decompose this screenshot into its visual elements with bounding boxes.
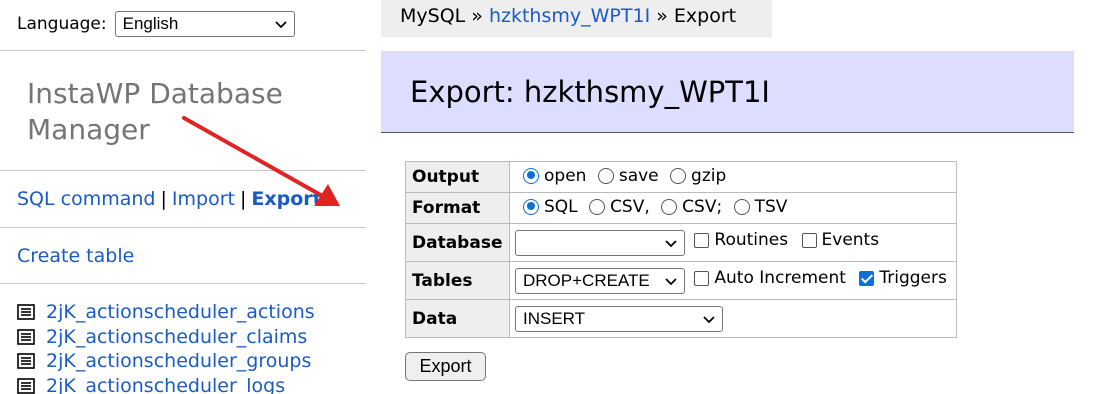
list-item: 2jK_actionscheduler_actions: [17, 300, 315, 325]
option-label: SQL: [544, 196, 578, 217]
output-row: Output open save gzip: [405, 161, 957, 193]
format-row: Format SQL CSV, CSV; TSV: [405, 192, 957, 224]
database-select[interactable]: [515, 229, 685, 256]
table-select-icon[interactable]: [17, 304, 35, 321]
auto-increment-option[interactable]: Auto Increment: [690, 268, 846, 288]
create-table-link[interactable]: Create table: [17, 245, 134, 267]
breadcrumb-separator: »: [656, 5, 668, 27]
data-row: Data INSERT: [405, 299, 957, 338]
checkbox-checked-icon[interactable]: [859, 270, 875, 286]
data-select-value: INSERT: [523, 308, 586, 328]
breadcrumb: MySQL » hzkthsmy_WPT1I » Export: [381, 0, 772, 37]
tables-row: Tables DROP+CREATE Auto Increment Trigge…: [405, 261, 957, 300]
triggers-option[interactable]: Triggers: [855, 268, 947, 288]
format-csv-semicolon-option[interactable]: CSV;: [659, 197, 722, 217]
table-link[interactable]: 2jK_actionscheduler_claims: [46, 325, 307, 350]
format-csv-comma-option[interactable]: CSV,: [587, 197, 650, 217]
radio-icon[interactable]: [670, 167, 687, 184]
option-label: save: [618, 165, 659, 186]
checkbox-icon[interactable]: [694, 232, 710, 248]
table-link[interactable]: 2jK_actionscheduler_groups: [46, 349, 311, 374]
table-select-icon[interactable]: [17, 377, 35, 394]
option-label: open: [544, 165, 587, 186]
breadcrumb-database-link[interactable]: hzkthsmy_WPT1I: [489, 5, 650, 27]
option-label: Triggers: [879, 268, 947, 288]
radio-icon[interactable]: [733, 198, 750, 215]
events-option[interactable]: Events: [798, 230, 880, 250]
routines-option[interactable]: Routines: [690, 230, 788, 250]
divider: [0, 50, 366, 51]
nav-separator: |: [160, 188, 167, 210]
data-options: INSERT: [509, 299, 957, 338]
tables-select-value: DROP+CREATE: [523, 270, 650, 290]
database-label: Database: [405, 223, 510, 262]
database-row: Database Routines Events: [405, 223, 957, 262]
option-label: CSV,: [610, 196, 650, 217]
radio-checked-icon[interactable]: [523, 198, 539, 215]
checkbox-icon[interactable]: [694, 270, 710, 286]
language-row: Language: English: [17, 11, 295, 37]
table-list: 2jK_actionscheduler_actions 2jK_actionsc…: [17, 300, 315, 394]
divider: [0, 283, 366, 284]
divider: [0, 227, 366, 228]
option-label: Routines: [714, 230, 789, 250]
option-label: CSV;: [682, 196, 723, 217]
data-select[interactable]: INSERT: [515, 305, 723, 332]
option-label: Events: [821, 230, 880, 250]
chevron-down-icon: [665, 277, 677, 285]
list-item: 2jK_actionscheduler_claims: [17, 325, 315, 350]
radio-icon[interactable]: [589, 198, 606, 215]
output-options: open save gzip: [509, 161, 957, 193]
breadcrumb-current: Export: [673, 5, 737, 27]
language-select-value: English: [122, 14, 179, 33]
format-options: SQL CSV, CSV; TSV: [509, 192, 957, 224]
output-open-option[interactable]: open: [515, 166, 586, 186]
table-link[interactable]: 2jK_actionscheduler_actions: [46, 300, 315, 325]
database-options: Routines Events: [509, 223, 957, 262]
output-label: Output: [405, 161, 510, 193]
format-sql-option[interactable]: SQL: [515, 197, 578, 217]
table-select-icon[interactable]: [17, 328, 35, 345]
format-label: Format: [405, 192, 510, 224]
output-save-option[interactable]: save: [596, 166, 659, 186]
tables-options: DROP+CREATE Auto Increment Triggers: [509, 261, 957, 300]
table-select-icon[interactable]: [17, 353, 35, 370]
page-title: Export: hzkthsmy_WPT1I: [410, 75, 770, 109]
language-label: Language:: [17, 14, 107, 34]
breadcrumb-separator: »: [471, 5, 483, 27]
page-header: Export: hzkthsmy_WPT1I: [381, 51, 1074, 133]
tables-select[interactable]: DROP+CREATE: [515, 267, 685, 294]
export-form-table: Output open save gzip Format SQL CSV, CS…: [405, 161, 957, 338]
format-tsv-option[interactable]: TSV: [732, 196, 788, 217]
output-gzip-option[interactable]: gzip: [668, 166, 726, 186]
option-label: TSV: [754, 196, 788, 217]
sql-command-link[interactable]: SQL command: [17, 188, 155, 210]
language-select[interactable]: English: [114, 11, 295, 37]
chevron-down-icon: [703, 315, 715, 323]
annotation-arrow-icon: [182, 116, 340, 206]
option-label: gzip: [691, 165, 727, 186]
chevron-down-icon: [665, 239, 677, 247]
tables-label: Tables: [405, 261, 510, 300]
data-label: Data: [405, 299, 510, 338]
table-link[interactable]: 2jK_actionscheduler_logs: [46, 374, 285, 394]
radio-checked-icon[interactable]: [523, 167, 539, 184]
breadcrumb-root: MySQL: [400, 5, 466, 27]
checkbox-icon[interactable]: [801, 232, 817, 248]
chevron-down-icon: [274, 21, 287, 29]
radio-icon[interactable]: [597, 167, 614, 184]
radio-icon[interactable]: [661, 198, 678, 215]
option-label: Auto Increment: [714, 268, 846, 288]
export-button[interactable]: Export: [405, 352, 486, 381]
list-item: 2jK_actionscheduler_logs: [17, 374, 315, 394]
list-item: 2jK_actionscheduler_groups: [17, 349, 315, 374]
